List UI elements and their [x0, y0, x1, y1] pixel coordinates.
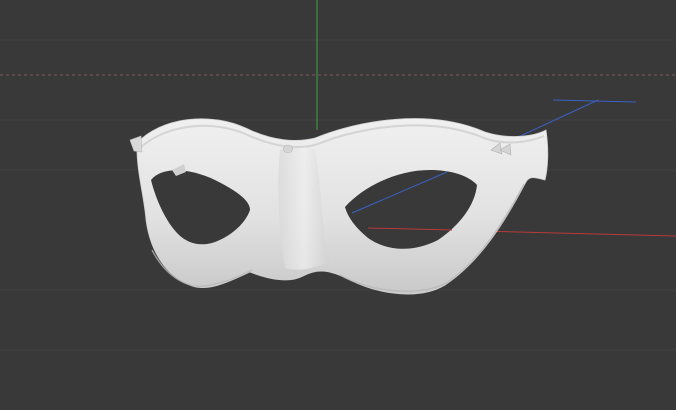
mask-center-stud	[283, 144, 293, 154]
viewport-canvas[interactable]	[0, 0, 676, 410]
mask-model[interactable]	[129, 118, 549, 295]
3d-viewport[interactable]	[0, 0, 676, 410]
left-strap-clip	[129, 135, 143, 153]
